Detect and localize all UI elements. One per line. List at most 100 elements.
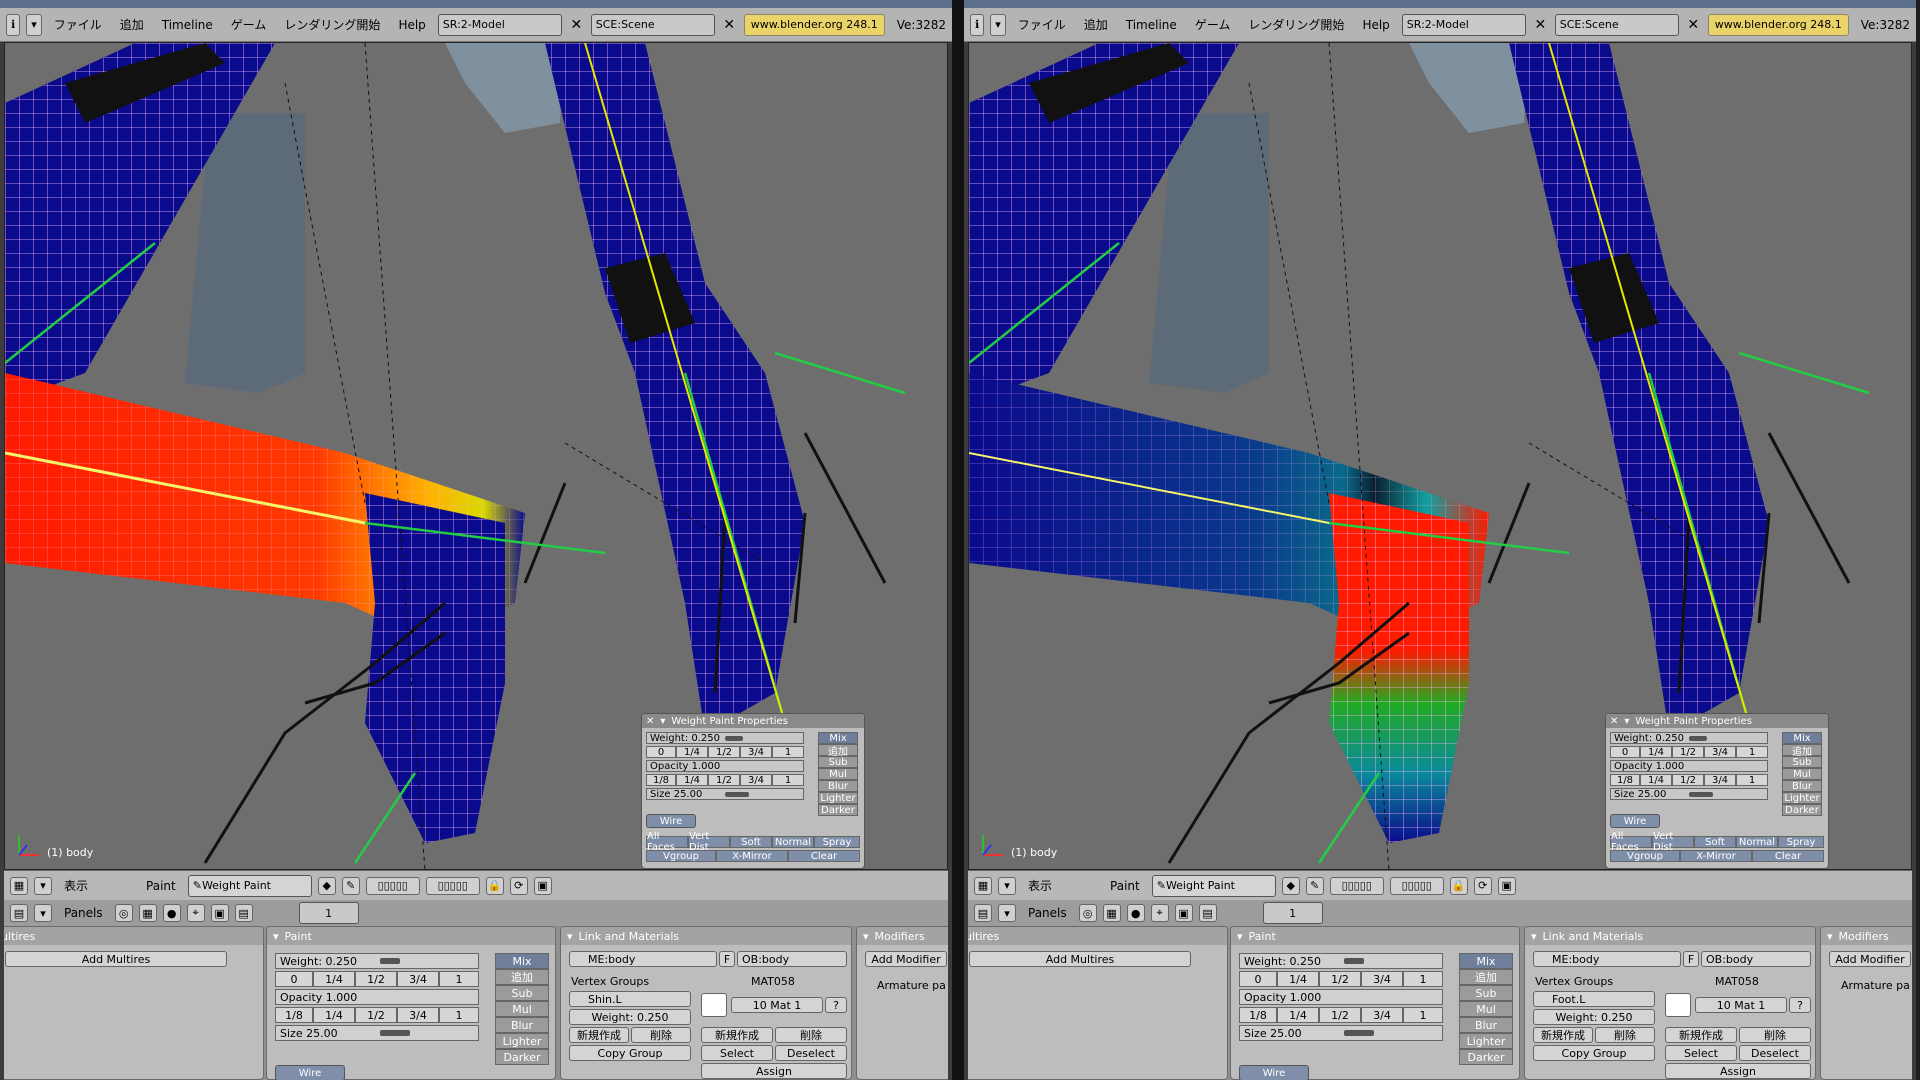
frame-field[interactable]: 1 <box>298 902 359 924</box>
x-mirror-toggle[interactable]: X-Mirror <box>1680 850 1752 862</box>
weight-preset[interactable]: 1 <box>772 746 804 758</box>
assign-button[interactable]: Assign <box>701 1063 847 1079</box>
blender-url[interactable]: www.blender.org 248.1 <box>743 13 885 36</box>
screen-selector[interactable]: SR:2-Model <box>1401 13 1526 36</box>
object-name-field[interactable]: OB:body <box>1701 951 1811 967</box>
blender-url[interactable]: www.blender.org 248.1 <box>1707 13 1849 36</box>
blend-add[interactable]: 追加 <box>1782 744 1822 758</box>
wire-toggle[interactable]: Wire <box>646 814 696 828</box>
delete-group-button[interactable]: 削除 <box>1595 1027 1655 1043</box>
weight-slider[interactable]: Weight: 0.250 <box>275 953 479 969</box>
blend-sub[interactable]: Sub <box>1459 985 1513 1001</box>
group-weight-field[interactable]: Weight: 0.250 <box>1533 1009 1655 1025</box>
weight-preset[interactable]: 1/4 <box>313 971 355 987</box>
pencil-icon[interactable]: ✎ <box>341 876 360 895</box>
size-slider[interactable]: Size 25.00 <box>646 788 804 800</box>
layer-buttons-2[interactable]: ▯▯▯▯▯ <box>1389 876 1444 895</box>
weight-slider[interactable]: Weight: 0.250 <box>646 732 804 744</box>
pivot-icon[interactable]: ◆ <box>1281 876 1300 895</box>
editing-icon[interactable]: ▣ <box>1174 904 1193 922</box>
menu-add[interactable]: 追加 <box>1078 16 1114 33</box>
delete-group-button[interactable]: 削除 <box>631 1027 691 1043</box>
opacity-preset[interactable]: 1/8 <box>1239 1007 1277 1023</box>
blend-darker[interactable]: Darker <box>495 1049 549 1065</box>
weight-preset[interactable]: 0 <box>646 746 676 758</box>
opacity-preset[interactable]: 1 <box>439 1007 479 1023</box>
blend-blur[interactable]: Blur <box>1782 780 1822 792</box>
weight-preset[interactable]: 1/2 <box>1672 746 1704 758</box>
weight-preset[interactable]: 1/4 <box>676 746 708 758</box>
mesh-datablock-field[interactable]: ME:body <box>569 951 717 967</box>
new-material-button[interactable]: 新規作成 <box>1665 1027 1737 1043</box>
blend-lighter[interactable]: Lighter <box>1459 1033 1513 1049</box>
add-multires-button[interactable]: Add Multires <box>969 951 1191 967</box>
blend-blur[interactable]: Blur <box>1459 1017 1513 1033</box>
group-weight-field[interactable]: Weight: 0.250 <box>569 1009 691 1025</box>
wire-toggle[interactable]: Wire <box>1610 814 1660 828</box>
help-button[interactable]: ? <box>825 997 847 1013</box>
opacity-preset[interactable]: 3/4 <box>1704 774 1736 786</box>
paint-menu[interactable]: Paint <box>1104 879 1146 893</box>
blend-add[interactable]: 追加 <box>1459 969 1513 985</box>
delete-material-button[interactable]: 削除 <box>1739 1027 1811 1043</box>
delete-material-button[interactable]: 削除 <box>775 1027 847 1043</box>
weight-preset[interactable]: 0 <box>275 971 313 987</box>
wire-toggle[interactable]: Wire <box>1239 1065 1309 1080</box>
blend-blur[interactable]: Blur <box>495 1017 549 1033</box>
3d-viewport[interactable]: (1) body ✕ ▾ Weight Paint Properties Weigh… <box>968 42 1912 870</box>
all-faces-toggle[interactable]: All Faces <box>646 831 688 853</box>
editor-type-icon[interactable]: ▦ <box>10 876 28 895</box>
weight-preset[interactable]: 1/2 <box>708 746 740 758</box>
fake-user-toggle[interactable]: F <box>719 951 735 967</box>
opacity-preset[interactable]: 1/2 <box>1672 774 1704 786</box>
weight-preset[interactable]: 1 <box>1736 746 1768 758</box>
size-slider[interactable]: Size 25.00 <box>1610 788 1768 800</box>
soft-toggle[interactable]: Soft <box>1694 836 1736 848</box>
collapse-icon[interactable]: ▾ <box>273 930 279 943</box>
opacity-preset[interactable]: 1/4 <box>676 774 708 786</box>
render-icon[interactable]: ▣ <box>533 876 552 895</box>
new-group-button[interactable]: 新規作成 <box>1533 1027 1593 1043</box>
blend-lighter[interactable]: Lighter <box>495 1033 549 1049</box>
vert-dist-toggle[interactable]: Vert Dist <box>688 831 730 853</box>
soft-toggle[interactable]: Soft <box>730 836 772 848</box>
object-icon[interactable]: ⌖ <box>186 904 205 922</box>
weight-preset[interactable]: 1/2 <box>355 971 397 987</box>
blend-darker[interactable]: Darker <box>818 804 858 816</box>
collapse-icon[interactable]: ▾ <box>1237 930 1243 943</box>
weight-preset[interactable]: 1/2 <box>1319 971 1361 987</box>
opacity-preset[interactable]: 1/2 <box>708 774 740 786</box>
weight-slider[interactable]: Weight: 0.250 <box>1610 732 1768 744</box>
view-menu[interactable]: 表示 <box>58 877 94 894</box>
x-mirror-toggle[interactable]: X-Mirror <box>716 850 788 862</box>
weight-preset[interactable]: 3/4 <box>1704 746 1736 758</box>
blend-lighter[interactable]: Lighter <box>1782 792 1822 804</box>
expand-icon[interactable]: ▾ <box>34 904 52 922</box>
blend-mix[interactable]: Mix <box>1459 953 1513 969</box>
assign-button[interactable]: Assign <box>1665 1063 1811 1079</box>
normal-toggle[interactable]: Normal <box>1736 836 1778 848</box>
weight-preset[interactable]: 1/4 <box>1640 746 1672 758</box>
menu-help[interactable]: Help <box>392 18 431 32</box>
layer-buttons-2[interactable]: ▯▯▯▯▯ <box>425 876 480 895</box>
weight-preset[interactable]: 3/4 <box>1361 971 1403 987</box>
object-icon[interactable]: ⌖ <box>1150 904 1169 922</box>
editor-menu-button[interactable]: ▾ <box>26 13 42 36</box>
shading-icon[interactable]: ● <box>1126 904 1145 922</box>
pivot-icon[interactable]: ◆ <box>317 876 336 895</box>
opacity-preset[interactable]: 1/4 <box>1277 1007 1319 1023</box>
expand-icon[interactable]: ▾ <box>998 876 1016 895</box>
size-slider[interactable]: Size 25.00 <box>275 1025 479 1041</box>
script-icon[interactable]: ▦ <box>1102 904 1121 922</box>
weight-preset[interactable]: 0 <box>1610 746 1640 758</box>
spray-toggle[interactable]: Spray <box>1778 836 1824 848</box>
editor-type-icon[interactable]: ▤ <box>974 904 992 922</box>
scene-icon[interactable]: ▤ <box>1198 904 1217 922</box>
close-icon[interactable]: ✕ <box>646 716 654 727</box>
weight-preset[interactable]: 3/4 <box>740 746 772 758</box>
opacity-preset[interactable]: 3/4 <box>740 774 772 786</box>
weight-preset[interactable]: 3/4 <box>397 971 439 987</box>
help-button[interactable]: ? <box>1789 997 1811 1013</box>
menu-render[interactable]: レンダリング開始 <box>1242 16 1350 33</box>
opacity-slider[interactable]: Opacity 1.000 <box>1610 760 1768 772</box>
